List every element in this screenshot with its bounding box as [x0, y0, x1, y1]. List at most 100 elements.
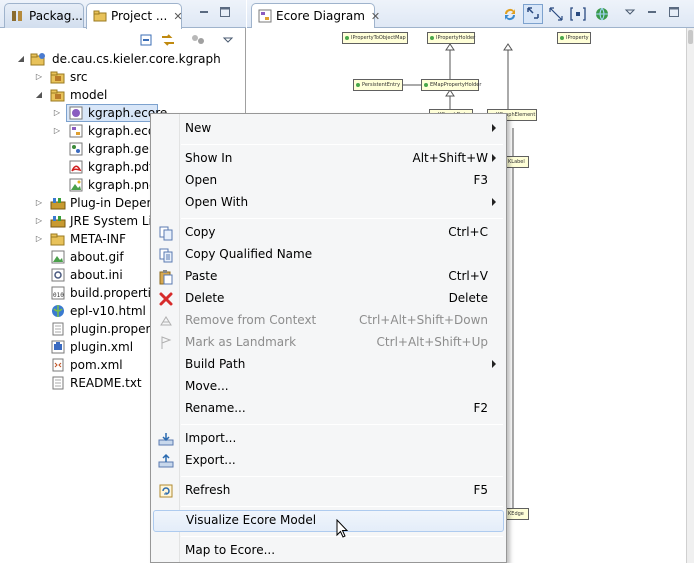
menu-item-shortcut: Alt+Shift+W	[412, 151, 489, 165]
collapse-all-icon[interactable]	[138, 32, 154, 48]
tree-item-project[interactable]: ◢ de.cau.cs.kieler.core.kgraph	[0, 50, 246, 68]
menu-item-show-in[interactable]: Show In Alt+Shift+W	[153, 148, 504, 170]
menu-item-remove-from-context[interactable]: Remove from Context Ctrl+Alt+Shift+Down	[153, 310, 504, 332]
maximize-icon[interactable]	[218, 6, 232, 20]
menu-item-label: Paste	[185, 269, 218, 283]
globe-icon[interactable]	[593, 6, 611, 21]
collapsed-icon[interactable]: ▷	[34, 68, 44, 86]
expanded-icon[interactable]: ◢	[34, 86, 44, 104]
folder-icon	[50, 232, 66, 246]
minimize-icon[interactable]	[645, 6, 659, 20]
menu-item-delete[interactable]: Delete Delete	[153, 288, 504, 310]
link-with-editor-icon[interactable]	[160, 32, 176, 48]
menu-item-label: Import...	[185, 431, 237, 445]
menu-item-mark-as-landmark[interactable]: Mark as Landmark Ctrl+Alt+Shift+Up	[153, 332, 504, 354]
menu-item-move[interactable]: Move...	[153, 376, 504, 398]
menu-item-copy[interactable]: Copy Ctrl+C	[153, 222, 504, 244]
library-icon	[50, 214, 66, 228]
landmark-icon	[158, 335, 174, 351]
text-file-icon	[50, 322, 66, 336]
menu-item-new[interactable]: New	[153, 118, 504, 140]
menu-separator	[181, 424, 503, 425]
scrollbar-thumb[interactable]	[688, 30, 693, 44]
menu-item-label: Remove from Context	[185, 313, 317, 327]
tree-item-label: plugin.xml	[70, 340, 134, 354]
menu-item-open-with[interactable]: Open With	[153, 192, 504, 214]
package-explorer-icon	[11, 9, 25, 23]
plugin-file-icon	[50, 340, 66, 354]
view-menu-icon[interactable]	[623, 6, 637, 20]
tab-project-explorer[interactable]: Project ... ✕	[86, 3, 183, 29]
menu-item-map-to-ecore[interactable]: Map to Ecore...	[153, 540, 504, 562]
diagram-node[interactable]: IPropertyToObjectMap	[342, 32, 408, 44]
selection-bounds-icon[interactable]	[569, 6, 587, 21]
left-tab-bar: Packag... Project ... ✕	[0, 0, 246, 29]
menu-item-label: Copy Qualified Name	[185, 247, 313, 261]
tab-ecore-diagram[interactable]: Ecore Diagram ✕	[251, 3, 380, 29]
menu-item-open[interactable]: Open F3	[153, 170, 504, 192]
diagram-node[interactable]: PersistentEntry	[353, 79, 403, 91]
text-file-icon	[50, 376, 66, 390]
menu-item-label: Map to Ecore...	[185, 543, 276, 557]
menu-item-export[interactable]: Export...	[153, 450, 504, 472]
menu-item-label: Build Path	[185, 357, 246, 371]
collapsed-icon[interactable]: ▷	[34, 194, 44, 212]
collapsed-icon[interactable]: ▷	[34, 212, 44, 230]
tree-item-model[interactable]: ◢ model	[0, 86, 246, 104]
image-file-icon	[68, 178, 84, 192]
collapsed-icon[interactable]: ▷	[52, 122, 62, 140]
menu-item-build-path[interactable]: Build Path	[153, 354, 504, 376]
menu-separator	[181, 476, 503, 477]
delete-icon	[158, 291, 174, 307]
tree-item-label: model	[70, 88, 108, 102]
close-icon[interactable]: ✕	[371, 10, 380, 23]
view-menu-icon[interactable]	[220, 32, 236, 48]
tab-package-explorer[interactable]: Packag...	[4, 3, 84, 28]
context-menu: New Show In Alt+Shift+W Open F3 Open Wit…	[150, 113, 507, 563]
collapsed-icon[interactable]: ▷	[34, 230, 44, 248]
menu-item-label: Delete	[185, 291, 225, 305]
sync-icon[interactable]	[501, 6, 519, 21]
menu-item-rename[interactable]: Rename... F2	[153, 398, 504, 420]
collapsed-icon[interactable]: ▷	[52, 104, 62, 122]
menu-item-visualize-ecore-model[interactable]: Visualize Ecore Model	[153, 510, 504, 532]
expanded-icon[interactable]: ◢	[16, 50, 26, 68]
tree-item-label: de.cau.cs.kieler.core.kgraph	[52, 52, 221, 66]
filter-icon[interactable]	[190, 32, 206, 48]
maximize-icon[interactable]	[667, 6, 681, 20]
editor-tab-bar: Ecore Diagram ✕	[247, 0, 694, 29]
submenu-arrow-icon	[492, 198, 496, 206]
menu-item-label: Show In	[185, 151, 233, 165]
tree-item-label: plugin.properti	[70, 322, 159, 336]
expand-icon[interactable]	[547, 6, 565, 21]
menu-item-shortcut: F3	[473, 173, 488, 187]
tree-item-label: kgraph.gen	[88, 142, 157, 156]
genmodel-file-icon	[68, 142, 84, 156]
menu-item-label: Copy	[185, 225, 216, 239]
tree-item-src[interactable]: ▷ src	[0, 68, 246, 86]
menu-item-label: Move...	[185, 379, 229, 393]
menu-item-shortcut: F2	[473, 401, 488, 415]
menu-item-paste[interactable]: Paste Ctrl+V	[153, 266, 504, 288]
vertical-scrollbar[interactable]	[686, 28, 694, 563]
menu-item-shortcut: Ctrl+Alt+Shift+Down	[358, 313, 488, 327]
import-icon	[158, 431, 174, 447]
package-folder-icon	[50, 70, 66, 84]
menu-item-refresh[interactable]: Refresh F5	[153, 480, 504, 502]
image-file-icon	[50, 250, 66, 264]
library-icon	[50, 196, 66, 210]
zoom-fit-icon[interactable]	[523, 4, 543, 24]
minimize-icon[interactable]	[197, 6, 211, 20]
diagram-node[interactable]: IProperty	[557, 32, 591, 44]
tab-label: Packag...	[29, 9, 83, 23]
menu-item-copy-qualified-name[interactable]: Copy Qualified Name	[153, 244, 504, 266]
tree-item-label: src	[70, 70, 88, 84]
menu-item-label: Refresh	[185, 483, 231, 497]
menu-item-label: New	[185, 121, 212, 135]
diagram-node[interactable]: EMapPropertyHolder	[421, 79, 481, 91]
menu-separator	[181, 144, 503, 145]
ecore-diagram-icon	[68, 124, 84, 138]
close-icon[interactable]: ✕	[173, 10, 182, 23]
diagram-node[interactable]: IPropertyHolder	[427, 32, 475, 44]
menu-item-import[interactable]: Import...	[153, 428, 504, 450]
